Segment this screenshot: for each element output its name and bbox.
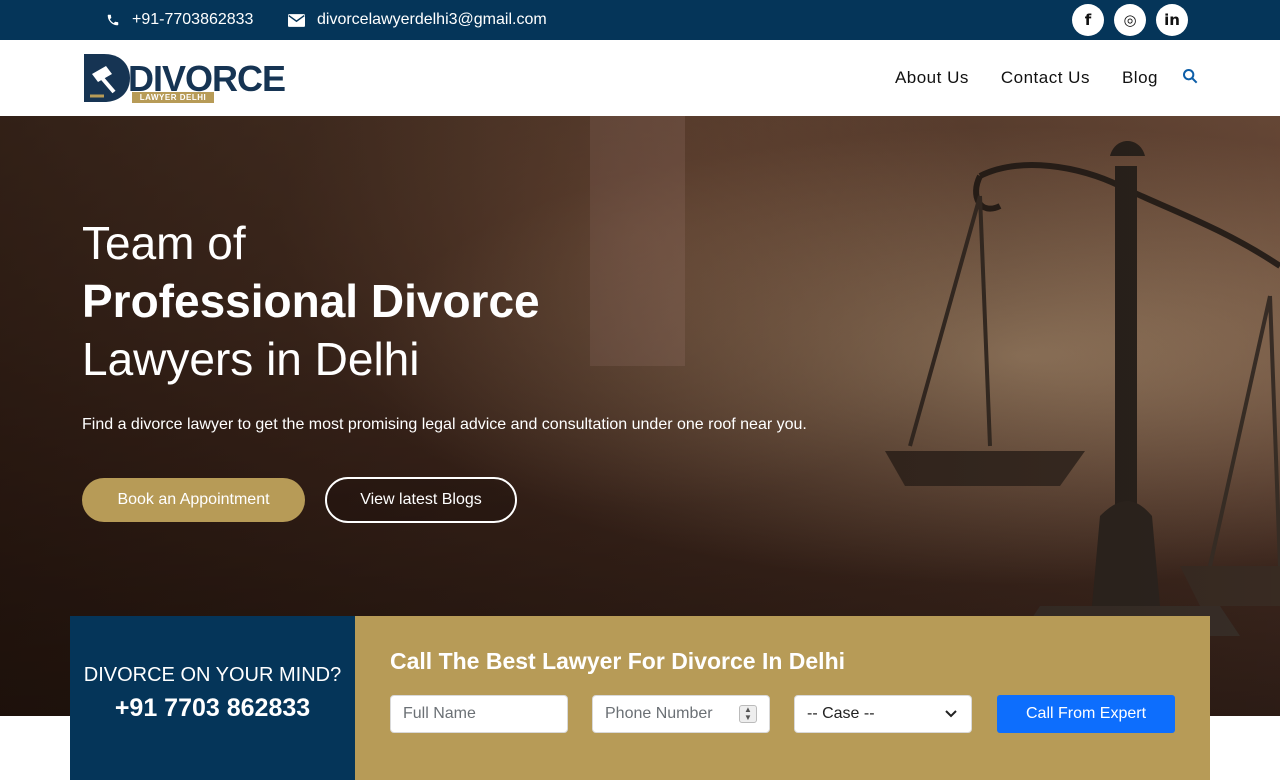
envelope-icon bbox=[288, 13, 305, 27]
cta-phone-panel: DIVORCE ON YOUR MIND? +91 7703 862833 bbox=[70, 616, 355, 780]
hero-heading-line2: Professional Divorce bbox=[82, 275, 540, 327]
nav-about-us[interactable]: About Us bbox=[895, 68, 969, 88]
nav-blog[interactable]: Blog bbox=[1122, 68, 1158, 88]
main-nav: About Us Contact Us Blog bbox=[863, 40, 1198, 116]
nav-contact-us[interactable]: Contact Us bbox=[1001, 68, 1090, 88]
chevron-down-icon bbox=[945, 710, 957, 718]
case-select-value: -- Case -- bbox=[807, 705, 875, 722]
phone-number-placeholder: Phone Number bbox=[605, 705, 713, 722]
hero-heading-line1: Team of bbox=[82, 217, 246, 269]
case-select[interactable]: -- Case -- bbox=[794, 695, 972, 733]
call-from-expert-button[interactable]: Call From Expert bbox=[997, 695, 1175, 733]
book-appointment-button[interactable]: Book an Appointment bbox=[82, 478, 305, 522]
cta-phone-number[interactable]: +91 7703 862833 bbox=[70, 694, 355, 723]
hero-subtitle: Find a divorce lawyer to get the most pr… bbox=[82, 416, 807, 433]
phone-text: +91-7703862833 bbox=[132, 11, 254, 28]
callback-form-title: Call The Best Lawyer For Divorce In Delh… bbox=[390, 648, 846, 674]
instagram-icon[interactable]: ◎ bbox=[1114, 4, 1146, 36]
callback-form: Call The Best Lawyer For Divorce In Delh… bbox=[355, 616, 1210, 780]
phone-number-input[interactable]: Phone Number ▲ ▼ bbox=[592, 695, 770, 733]
site-logo[interactable]: DIVORCE LAWYER DELHI bbox=[82, 52, 286, 104]
top-bar: +91-7703862833 divorcelawyerdelhi3@gmail… bbox=[0, 0, 1280, 40]
logo-tagline: LAWYER DELHI bbox=[132, 92, 214, 103]
gavel-logo-icon bbox=[84, 54, 130, 102]
email-text: divorcelawyerdelhi3@gmail.com bbox=[317, 11, 547, 28]
search-icon[interactable] bbox=[1182, 68, 1198, 89]
phone-contact[interactable]: +91-7703862833 bbox=[106, 0, 253, 40]
email-contact[interactable]: divorcelawyerdelhi3@gmail.com bbox=[288, 0, 547, 40]
linkedin-icon[interactable]: in bbox=[1156, 4, 1188, 36]
phone-icon bbox=[107, 14, 119, 26]
site-header: DIVORCE LAWYER DELHI About Us Contact Us… bbox=[0, 40, 1280, 116]
full-name-input[interactable]: Full Name bbox=[390, 695, 568, 733]
cta-question: DIVORCE ON YOUR MIND? bbox=[83, 664, 342, 686]
number-stepper-icon[interactable]: ▲ ▼ bbox=[739, 705, 757, 723]
social-links: f ◎ in bbox=[1072, 4, 1188, 36]
view-blogs-button[interactable]: View latest Blogs bbox=[325, 477, 517, 523]
facebook-icon[interactable]: f bbox=[1072, 4, 1104, 36]
hero-heading-line3: Lawyers in Delhi bbox=[82, 333, 420, 385]
